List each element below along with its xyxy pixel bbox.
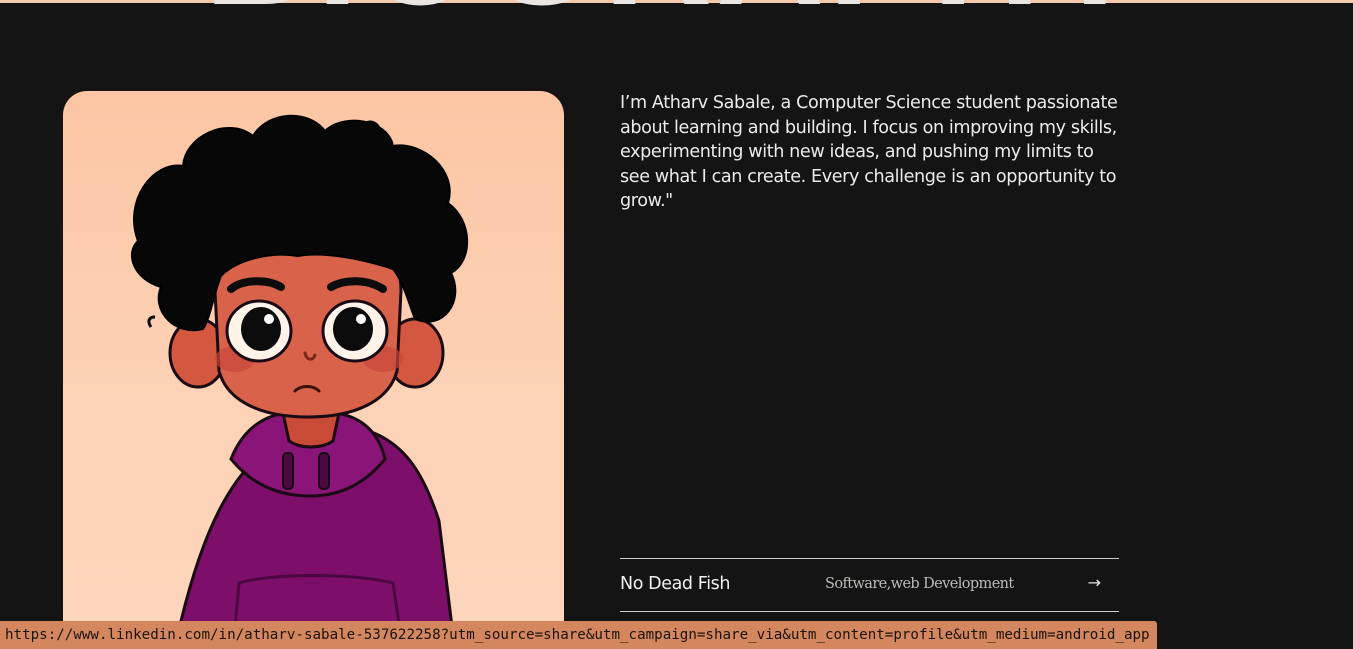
bio-text: I’m Atharv Sabale, a Computer Science st… (620, 93, 1118, 212)
project-name: No Dead Fish (620, 574, 731, 594)
project-tags: Software,web Development (825, 576, 1014, 592)
project-row-no-dead-fish[interactable]: No Dead Fish Software,web Development → (620, 558, 1119, 612)
arrow-right-icon[interactable]: → (1088, 573, 1101, 592)
page: BIOGRAPHY (0, 0, 1353, 649)
section-heading: BIOGRAPHY (0, 0, 1353, 27)
link-status-bar: https://www.linkedin.com/in/atharv-sabal… (0, 621, 1157, 649)
portrait-image (63, 91, 564, 649)
